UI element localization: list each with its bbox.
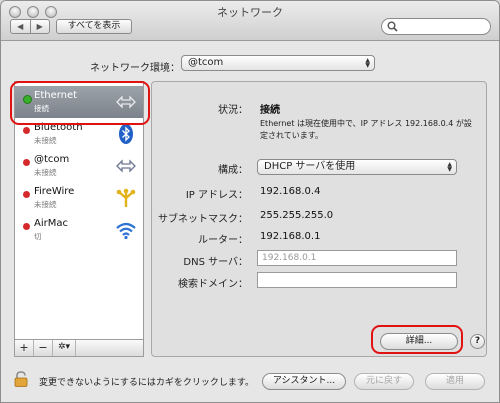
updown-arrows-icon: ▲ ▼ [365, 57, 370, 69]
subnet-value: 255.255.255.0 [260, 210, 334, 221]
highlight-outline-ethernet [10, 81, 150, 125]
status-value: 接続 [260, 105, 280, 116]
subnet-label: サブネットマスク： [158, 214, 248, 225]
ip-value: 192.168.0.4 [260, 186, 321, 197]
bluetooth-icon [119, 124, 133, 144]
service-name: @tcom [34, 154, 70, 165]
ethernet-arrows-icon [116, 159, 136, 173]
status-dot-red-icon [23, 127, 30, 134]
service-item-firewire[interactable]: FireWire 未接続 [15, 182, 143, 214]
status-dot-red-icon [23, 159, 30, 166]
back-button[interactable]: ◀ [11, 20, 30, 33]
assistant-button[interactable]: アシスタント... [262, 373, 346, 390]
search-domain-label: 検索ドメイン： [178, 279, 248, 290]
help-button[interactable]: ? [470, 334, 485, 349]
search-icon [387, 21, 398, 32]
service-status: 未接続 [34, 168, 57, 177]
dns-label: DNS サーバ： [183, 257, 248, 268]
revert-button[interactable]: 元に戻す [354, 373, 414, 390]
service-status: 未接続 [34, 136, 57, 145]
router-value: 192.168.0.1 [260, 231, 321, 242]
wifi-icon [116, 222, 136, 240]
lock-description: 変更できないようにするにはカギをクリックします。 [39, 378, 255, 388]
updown-arrows-icon: ▲ ▼ [447, 161, 452, 173]
router-label: ルーター： [198, 235, 248, 246]
location-value: @tcom [188, 57, 224, 68]
detail-panel: 状況： 接続 Ethernet は現在使用中で、IP アドレス 192.168.… [151, 81, 487, 357]
search-domain-field[interactable] [257, 272, 457, 288]
config-value: DHCP サーバを使用 [264, 161, 356, 172]
title-bar: ネットワーク ◀ ▶ すべてを表示 [1, 1, 499, 41]
service-name: AirMac [34, 218, 68, 229]
location-label: ネットワーク環境： [90, 63, 180, 74]
config-label: 構成： [218, 165, 248, 176]
remove-service-button[interactable]: − [34, 340, 53, 356]
add-service-button[interactable]: + [15, 340, 34, 356]
apply-button[interactable]: 適用 [425, 373, 485, 390]
lock-icon[interactable] [14, 371, 28, 387]
ip-label: IP アドレス： [185, 190, 248, 201]
service-item-airmac[interactable]: AirMac 切 [15, 214, 143, 246]
back-forward-control: ◀ ▶ [10, 19, 50, 34]
network-preferences-window: ネットワーク ◀ ▶ すべてを表示 ネットワーク環境： @tcom ▲ ▼ Eth… [0, 0, 500, 403]
search-field[interactable] [381, 18, 491, 35]
service-item-tcom[interactable]: @tcom 未接続 [15, 150, 143, 182]
location-select[interactable]: @tcom ▲ ▼ [181, 55, 375, 71]
status-description: Ethernet は現在使用中で、IP アドレス 192.168.0.4 が設定… [260, 119, 472, 140]
service-name: FireWire [34, 186, 75, 197]
show-all-button[interactable]: すべてを表示 [56, 19, 132, 34]
status-label: 状況： [218, 105, 248, 116]
dns-server-field[interactable]: 192.168.0.1 [257, 250, 457, 266]
action-gear-button[interactable]: ✲▾ [53, 340, 76, 356]
service-status: 切 [34, 232, 42, 241]
highlight-outline-advanced [371, 325, 463, 354]
config-select[interactable]: DHCP サーバを使用 ▲ ▼ [257, 159, 457, 175]
service-status: 未接続 [34, 200, 57, 209]
status-dot-red-icon [23, 191, 30, 198]
service-list-toolbar: + − ✲▾ [14, 339, 144, 357]
status-dot-red-icon [23, 223, 30, 230]
firewire-icon [116, 188, 136, 207]
forward-button[interactable]: ▶ [29, 20, 50, 33]
